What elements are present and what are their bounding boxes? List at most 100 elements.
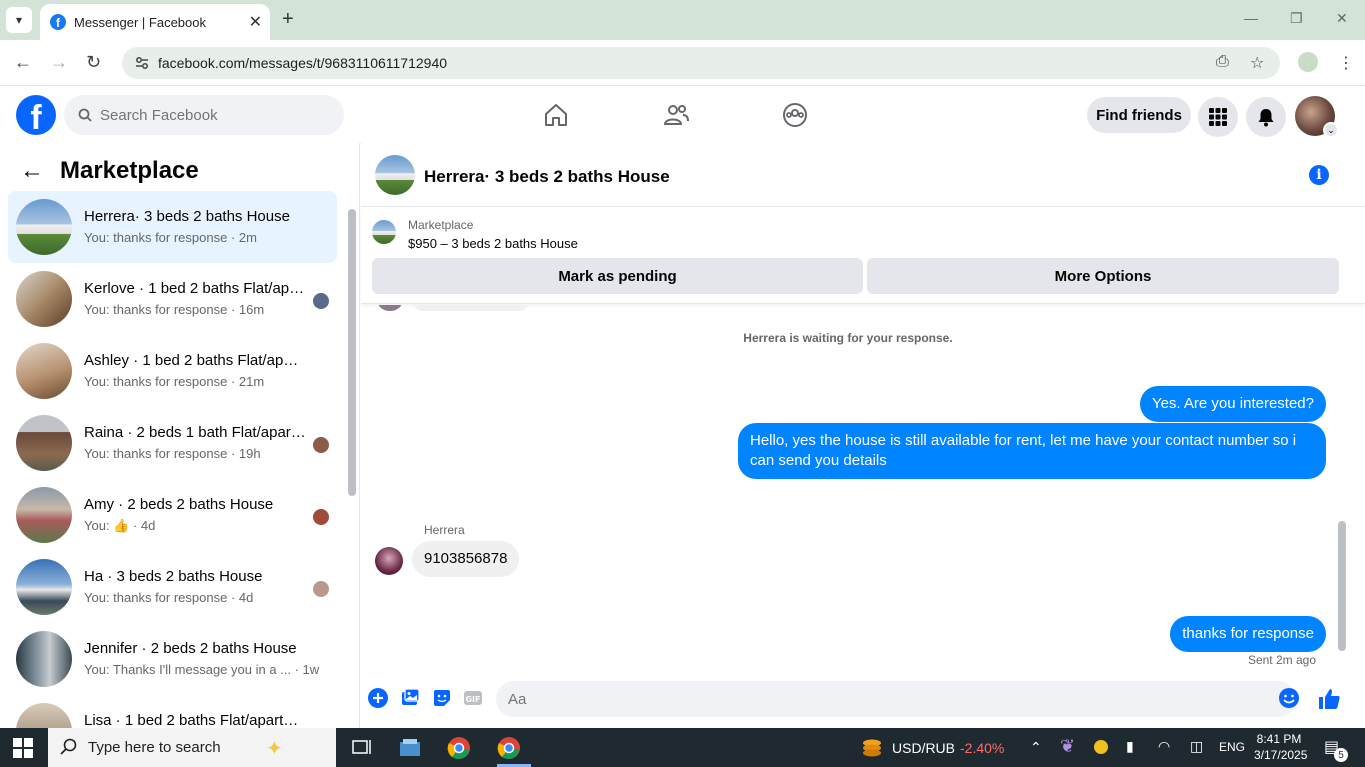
minimize-icon[interactable]: — [1244, 10, 1258, 26]
windows-start-icon[interactable] [13, 738, 33, 758]
outgoing-message[interactable]: Hello, yes the house is still available … [738, 423, 1326, 479]
ticker-change: -2.40% [960, 740, 1005, 756]
facebook-header: f Find friends ⌄ [0, 87, 1365, 143]
chat-panel: Herrera· 3 beds 2 baths House i Marketpl… [361, 143, 1365, 728]
outgoing-message[interactable]: Yes. Are you interested? [1139, 386, 1326, 422]
mark-pending-button[interactable]: Mark as pending [372, 258, 863, 294]
marketplace-sidebar: ← Marketplace Herrera· 3 beds 2 baths Ho… [0, 143, 360, 728]
listing-thumbnail [16, 703, 72, 728]
url-field[interactable]: facebook.com/messages/t/9683110611712940 [122, 47, 1280, 79]
task-view-icon[interactable] [350, 736, 374, 760]
conversation-item[interactable]: Ha · 3 beds 2 baths House You: thanks fo… [8, 551, 337, 623]
install-app-icon[interactable]: ⎙ [1216, 53, 1229, 71]
browser-menu-icon[interactable]: ⋮ [1338, 53, 1354, 73]
info-icon[interactable]: i [1309, 165, 1329, 185]
sent-status: Sent 2m ago [1247, 653, 1316, 667]
forward-icon[interactable]: → [50, 52, 68, 73]
reload-icon[interactable]: ↻ [86, 52, 101, 73]
chat-avatar[interactable] [375, 155, 415, 195]
more-options-button[interactable]: More Options [867, 258, 1339, 294]
chrome-profile-icon[interactable] [497, 736, 521, 760]
listing-price[interactable]: $950 – 3 beds 2 baths House [408, 236, 578, 251]
file-explorer-icon[interactable] [398, 736, 422, 760]
battery-icon[interactable]: ▮ [1126, 738, 1134, 755]
conversation-title: Amy · 2 beds 2 baths House [84, 496, 274, 513]
clock-date: 3/17/2025 [1254, 748, 1308, 762]
conversation-item[interactable]: Amy · 2 beds 2 baths House You: 👍 · 4d [8, 479, 337, 551]
conversation-item[interactable]: Jennifer · 2 beds 2 baths House You: Tha… [8, 623, 337, 695]
tab-title: Messenger | Facebook [74, 14, 206, 30]
conversation-title: Lisa · 1 bed 2 baths Flat/apartment [84, 712, 306, 728]
close-tab-icon[interactable]: ✕ [249, 12, 262, 32]
conversation-item[interactable]: Ashley · 1 bed 2 baths Flat/apartment Yo… [8, 335, 337, 407]
feather-icon[interactable]: ❦ [1060, 736, 1075, 757]
site-info-icon[interactable] [134, 55, 150, 71]
chat-scrollbar[interactable] [1336, 309, 1348, 669]
sidebar-scrollbar[interactable] [347, 196, 357, 720]
tab-search-button[interactable]: ▾ [6, 7, 32, 33]
taskbar-search-icon [60, 738, 77, 755]
tray-app-icon[interactable] [1094, 740, 1108, 754]
sidebar-title: Marketplace [60, 157, 199, 184]
wifi-icon[interactable]: ◠ [1158, 738, 1170, 755]
browser-tab[interactable]: f Messenger | Facebook ✕ [40, 4, 270, 40]
facebook-logo[interactable]: f [16, 95, 56, 135]
outgoing-message[interactable]: thanks for response [1170, 616, 1326, 652]
menu-grid-button[interactable] [1198, 97, 1238, 137]
language-indicator[interactable]: ENG [1219, 740, 1245, 754]
conversation-preview: You: thanks for response · 2m [84, 230, 257, 245]
incoming-message[interactable]: 9103856878 [412, 541, 520, 577]
plus-circle-icon[interactable] [367, 687, 389, 709]
camera-icon[interactable]: ◫ [1190, 738, 1203, 755]
sticker-icon[interactable] [431, 687, 453, 709]
thumbs-up-icon[interactable] [1317, 687, 1341, 711]
back-arrow-icon[interactable]: ← [20, 157, 44, 185]
conversation-preview: You: thanks for response · 16m [84, 302, 265, 317]
profile-icon[interactable] [1298, 52, 1318, 72]
chat-title[interactable]: Herrera· 3 beds 2 baths House [424, 167, 670, 187]
sidebar-scroll-thumb[interactable] [348, 209, 356, 496]
home-icon[interactable] [542, 101, 570, 129]
conversation-title: Raina · 2 beds 1 bath Flat/apartment [84, 424, 306, 441]
notifications-button[interactable] [1246, 97, 1286, 137]
find-friends-button[interactable]: Find friends [1087, 97, 1191, 133]
facebook-search-input[interactable] [64, 95, 344, 135]
photo-icon[interactable] [399, 687, 421, 709]
bookmark-star-icon[interactable]: ☆ [1250, 53, 1264, 73]
chrome-icon[interactable] [447, 736, 471, 760]
show-hidden-icons-icon[interactable]: ⌃ [1030, 739, 1042, 756]
chat-header: Herrera· 3 beds 2 baths House i [361, 143, 1365, 207]
conversation-title: Herrera· 3 beds 2 baths House [84, 208, 290, 225]
system-clock[interactable]: 8:41 PM 3/17/2025 [1254, 731, 1308, 763]
close-window-icon[interactable]: ✕ [1336, 10, 1348, 27]
listing-thumbnail [16, 631, 72, 687]
groups-icon[interactable] [781, 101, 809, 129]
friends-icon[interactable] [662, 101, 690, 129]
listing-banner: Marketplace $950 – 3 beds 2 baths House … [361, 208, 1365, 304]
listing-thumbnail [16, 487, 72, 543]
new-tab-button[interactable]: + [282, 8, 294, 31]
facebook-favicon-icon: f [50, 14, 66, 30]
message-input[interactable] [496, 681, 1296, 717]
coins-icon[interactable] [860, 736, 884, 760]
taskbar-search[interactable]: Type here to search [48, 728, 336, 767]
chevron-down-icon[interactable]: ⌄ [1323, 122, 1339, 138]
conversation-item[interactable]: Raina · 2 beds 1 bath Flat/apartment You… [8, 407, 337, 479]
conversation-title: Ashley · 1 bed 2 baths Flat/apartment [84, 352, 306, 369]
emoji-icon[interactable] [1278, 687, 1300, 709]
sidebar-header: ← Marketplace [20, 157, 199, 185]
conversation-item[interactable]: Herrera· 3 beds 2 baths House You: thank… [8, 191, 337, 263]
ticker-symbol[interactable]: USD/RUB [892, 740, 955, 756]
listing-thumbnail [16, 271, 72, 327]
conversation-item[interactable]: Lisa · 1 bed 2 baths Flat/apartment [8, 695, 337, 728]
gif-icon[interactable]: GIF [462, 687, 484, 709]
sparkle-icon[interactable]: ✦ [266, 736, 283, 761]
account-avatar[interactable]: ⌄ [1295, 96, 1339, 138]
back-icon[interactable]: ← [14, 52, 32, 73]
chat-scroll-thumb[interactable] [1338, 521, 1346, 651]
url-text: facebook.com/messages/t/9683110611712940 [158, 55, 448, 71]
restore-icon[interactable]: ❐ [1290, 10, 1303, 27]
listing-mini-thumbnail[interactable] [372, 220, 396, 244]
sender-avatar[interactable] [375, 547, 403, 575]
conversation-item[interactable]: Kerlove · 1 bed 2 baths Flat/apartment Y… [8, 263, 337, 335]
